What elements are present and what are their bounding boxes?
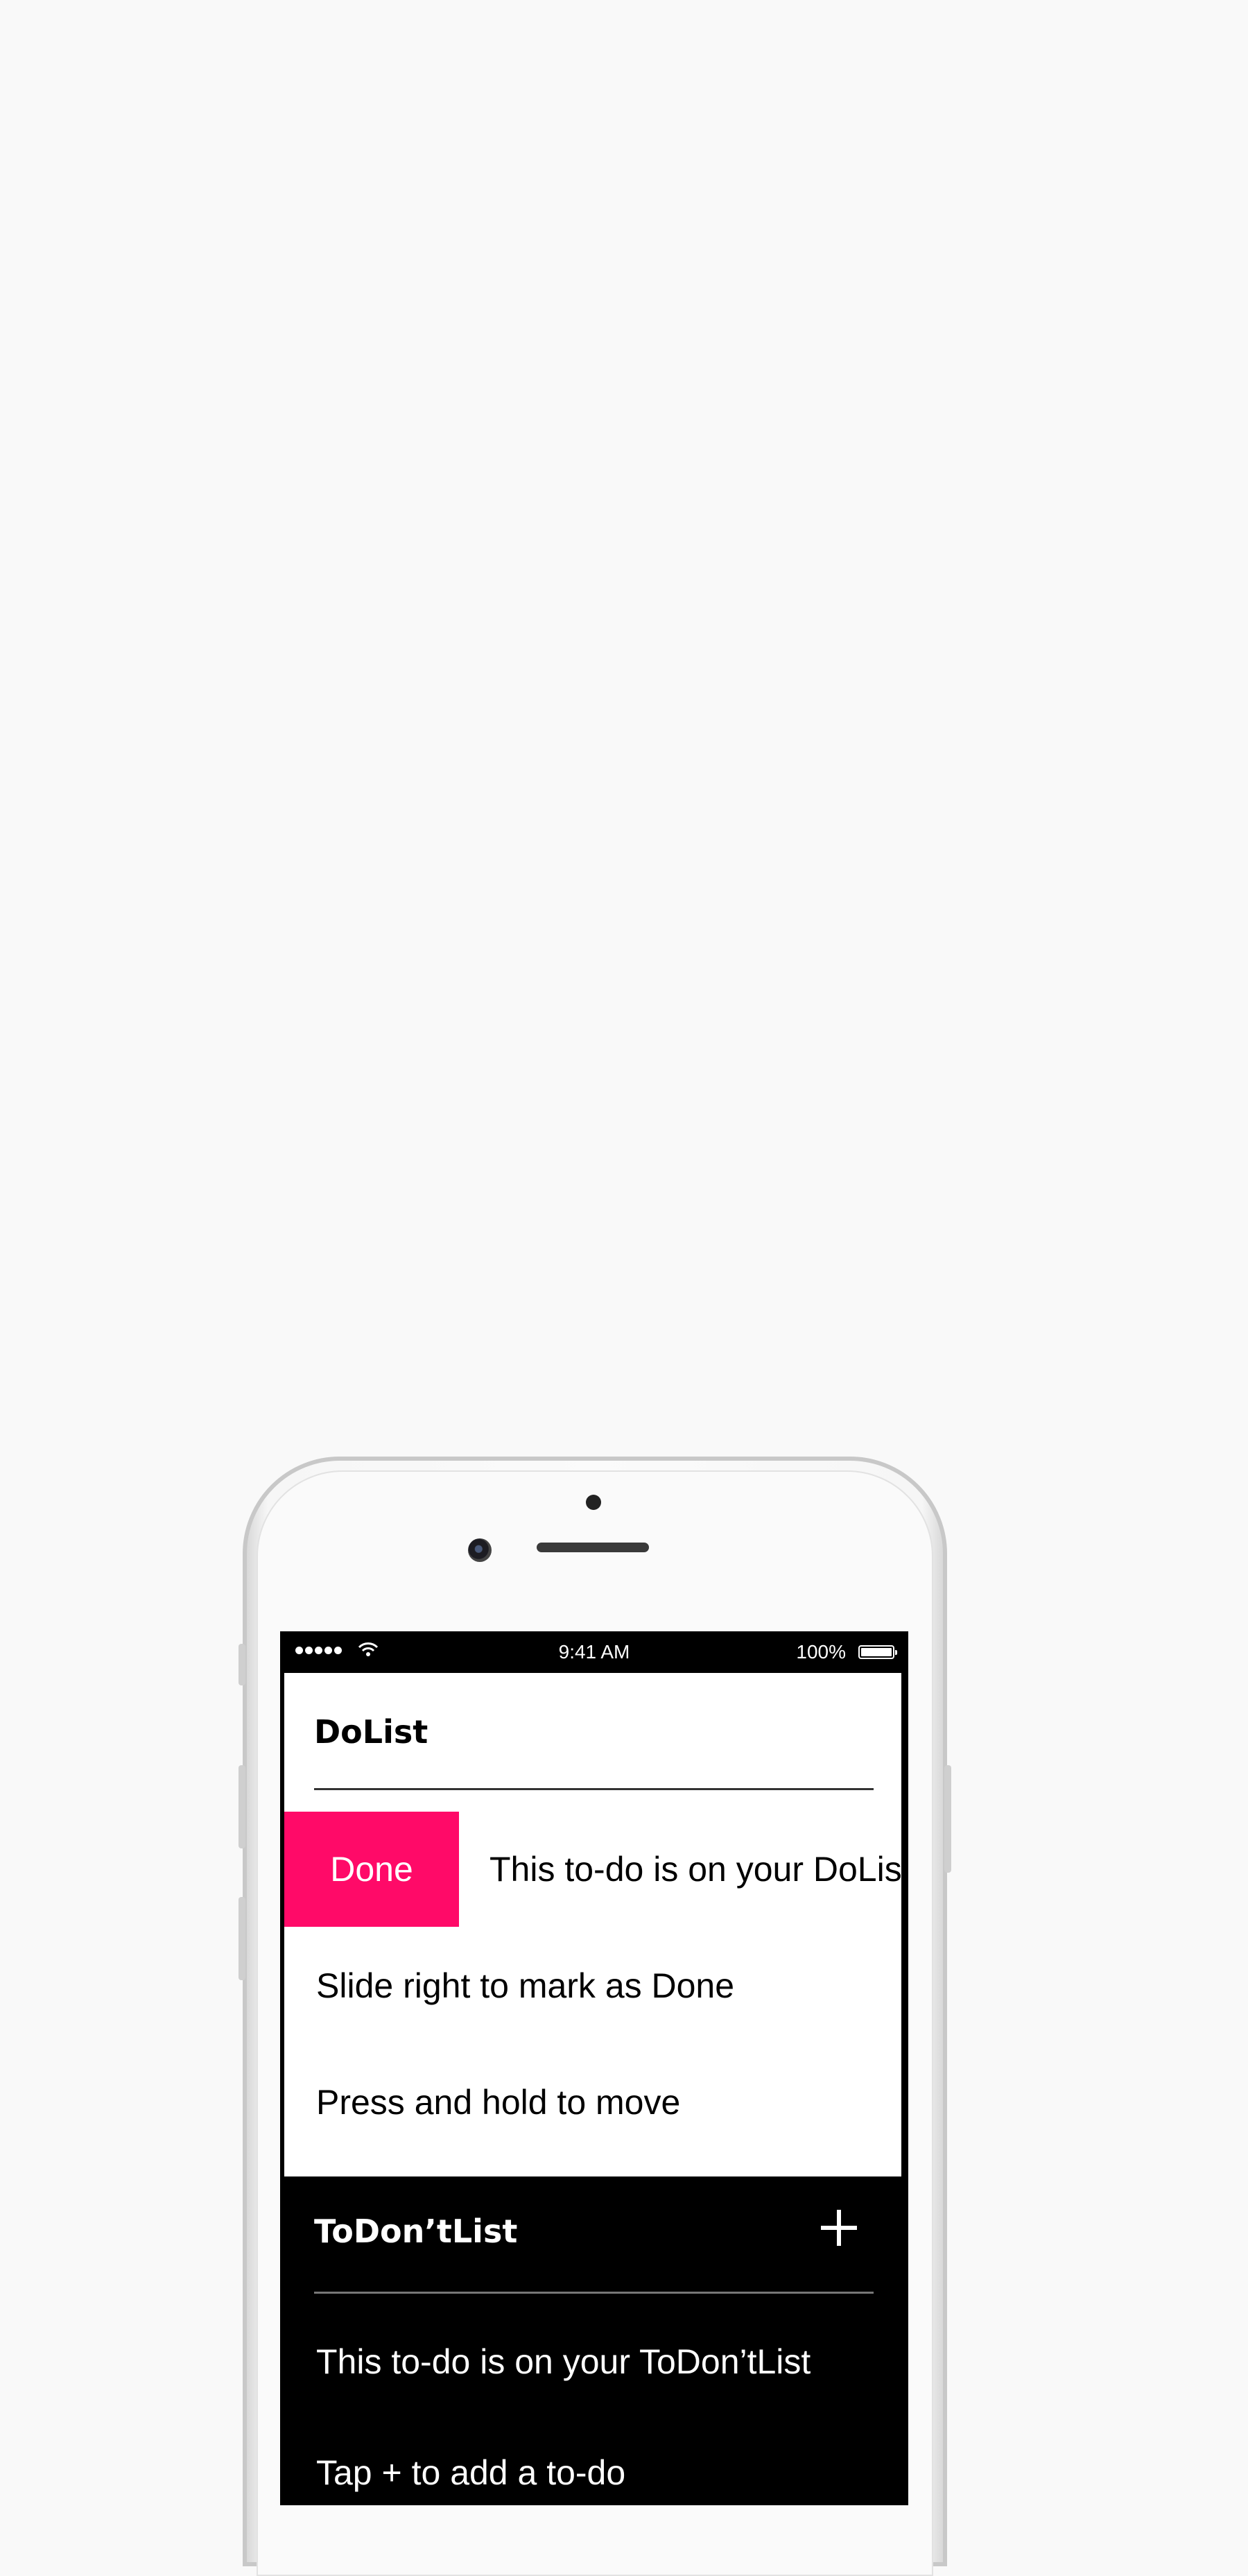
earpiece-speaker [537, 1543, 649, 1552]
list-item[interactable]: Press and hold to move [316, 2082, 680, 2122]
list-item[interactable]: This to-do is on your DoList [489, 1849, 901, 1889]
volume-down-button [239, 1897, 245, 1980]
done-label: Done [330, 1850, 413, 1889]
list-item[interactable]: Slide right to mark as Done [316, 1966, 734, 2006]
status-bar: 9:41 AM 100% [280, 1631, 908, 1673]
dolist-title: DoList [314, 1713, 428, 1751]
app-screen: DoList Done This to-do is on your DoList… [284, 1673, 901, 2505]
proximity-sensor [586, 1495, 601, 1510]
dont-list-panel: ToDon’tList This to-do is on your ToDon’… [284, 2176, 901, 2505]
dont-list-divider [314, 2292, 874, 2294]
done-swipe-button[interactable]: Done [284, 1812, 459, 1927]
battery-percentage: 100% [796, 1641, 846, 1663]
plus-icon[interactable] [821, 2210, 857, 2246]
list-item[interactable]: Tap + to add a to-do [316, 2453, 625, 2493]
volume-up-button [239, 1765, 245, 1848]
power-button [944, 1765, 951, 1873]
front-camera-icon [468, 1538, 492, 1562]
list-item[interactable]: This to-do is on your ToDon’tList [316, 2342, 811, 2382]
mute-switch [239, 1644, 245, 1685]
dont-list-title: ToDon’tList [314, 2213, 518, 2250]
battery-icon [858, 1645, 897, 1659]
dolist-divider [314, 1788, 874, 1790]
